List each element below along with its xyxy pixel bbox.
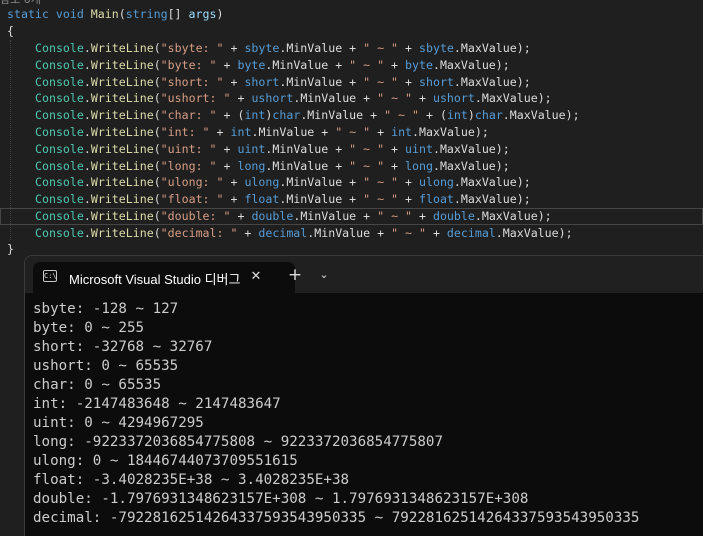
- code-editor[interactable]: 참조 0개 static void Main(string[] args) { …: [0, 0, 703, 260]
- output-line: ulong: 0 ~ 18446744073709551615: [33, 453, 298, 469]
- output-line: int: -2147483648 ~ 2147483647: [33, 396, 281, 412]
- output-line: byte: 0 ~ 255: [33, 320, 145, 336]
- terminal-tab[interactable]: C:\ Microsoft Visual Studio 디버그 ✕: [33, 262, 295, 293]
- code-line[interactable]: Console.WriteLine("short: " + short.MinV…: [0, 74, 703, 91]
- terminal-window[interactable]: C:\ Microsoft Visual Studio 디버그 ✕ + ⌄ sb…: [24, 255, 703, 536]
- code-line[interactable]: Console.WriteLine("float: " + float.MinV…: [0, 191, 703, 208]
- code-line[interactable]: Console.WriteLine("sbyte: " + sbyte.MinV…: [0, 40, 703, 57]
- console-output: sbyte: -128 ~ 127 byte: 0 ~ 255 short: -32…: [33, 300, 639, 528]
- code-line[interactable]: Console.WriteLine("char: " + (int)char.M…: [0, 107, 703, 124]
- open-brace: {: [7, 24, 14, 38]
- output-line: sbyte: -128 ~ 127: [33, 301, 179, 317]
- console-icon: C:\: [43, 270, 57, 282]
- tab-title: Microsoft Visual Studio 디버그: [69, 272, 241, 287]
- code-line[interactable]: Console.WriteLine("uint: " + uint.MinVal…: [0, 141, 703, 158]
- new-tab-button[interactable]: +: [285, 265, 305, 285]
- output-line: double: -1.7976931348623157E+308 ~ 1.797…: [33, 491, 529, 507]
- output-line: char: 0 ~ 65535: [33, 377, 162, 393]
- code-line[interactable]: Console.WriteLine("decimal: " + decimal.…: [0, 225, 703, 242]
- output-line: decimal: -79228162514264337593543950335 …: [33, 510, 640, 526]
- method-signature: static void Main(string[] args): [7, 7, 224, 21]
- code-line[interactable]: Console.WriteLine("int: " + int.MinValue…: [0, 124, 703, 141]
- tab-dropdown-button[interactable]: ⌄: [314, 265, 334, 285]
- output-line: long: -9223372036854775808 ~ 92233720368…: [33, 434, 443, 450]
- terminal-tab-bar: C:\ Microsoft Visual Studio 디버그 ✕ + ⌄: [25, 256, 703, 293]
- code-line[interactable]: Console.WriteLine("double: " + double.Mi…: [0, 208, 703, 225]
- output-line: short: -32768 ~ 32767: [33, 339, 213, 355]
- output-line: uint: 0 ~ 4294967295: [33, 415, 204, 431]
- output-line: float: -3.4028235E+38 ~ 3.4028235E+38: [33, 472, 350, 488]
- code-line[interactable]: Console.WriteLine("ushort: " + ushort.Mi…: [0, 90, 703, 107]
- code-line[interactable]: Console.WriteLine("ulong: " + ulong.MinV…: [0, 174, 703, 191]
- code-line[interactable]: Console.WriteLine("byte: " + byte.MinVal…: [0, 57, 703, 74]
- code-line[interactable]: Console.WriteLine("long: " + long.MinVal…: [0, 158, 703, 175]
- close-icon[interactable]: ✕: [245, 266, 267, 288]
- output-line: ushort: 0 ~ 65535: [33, 358, 179, 374]
